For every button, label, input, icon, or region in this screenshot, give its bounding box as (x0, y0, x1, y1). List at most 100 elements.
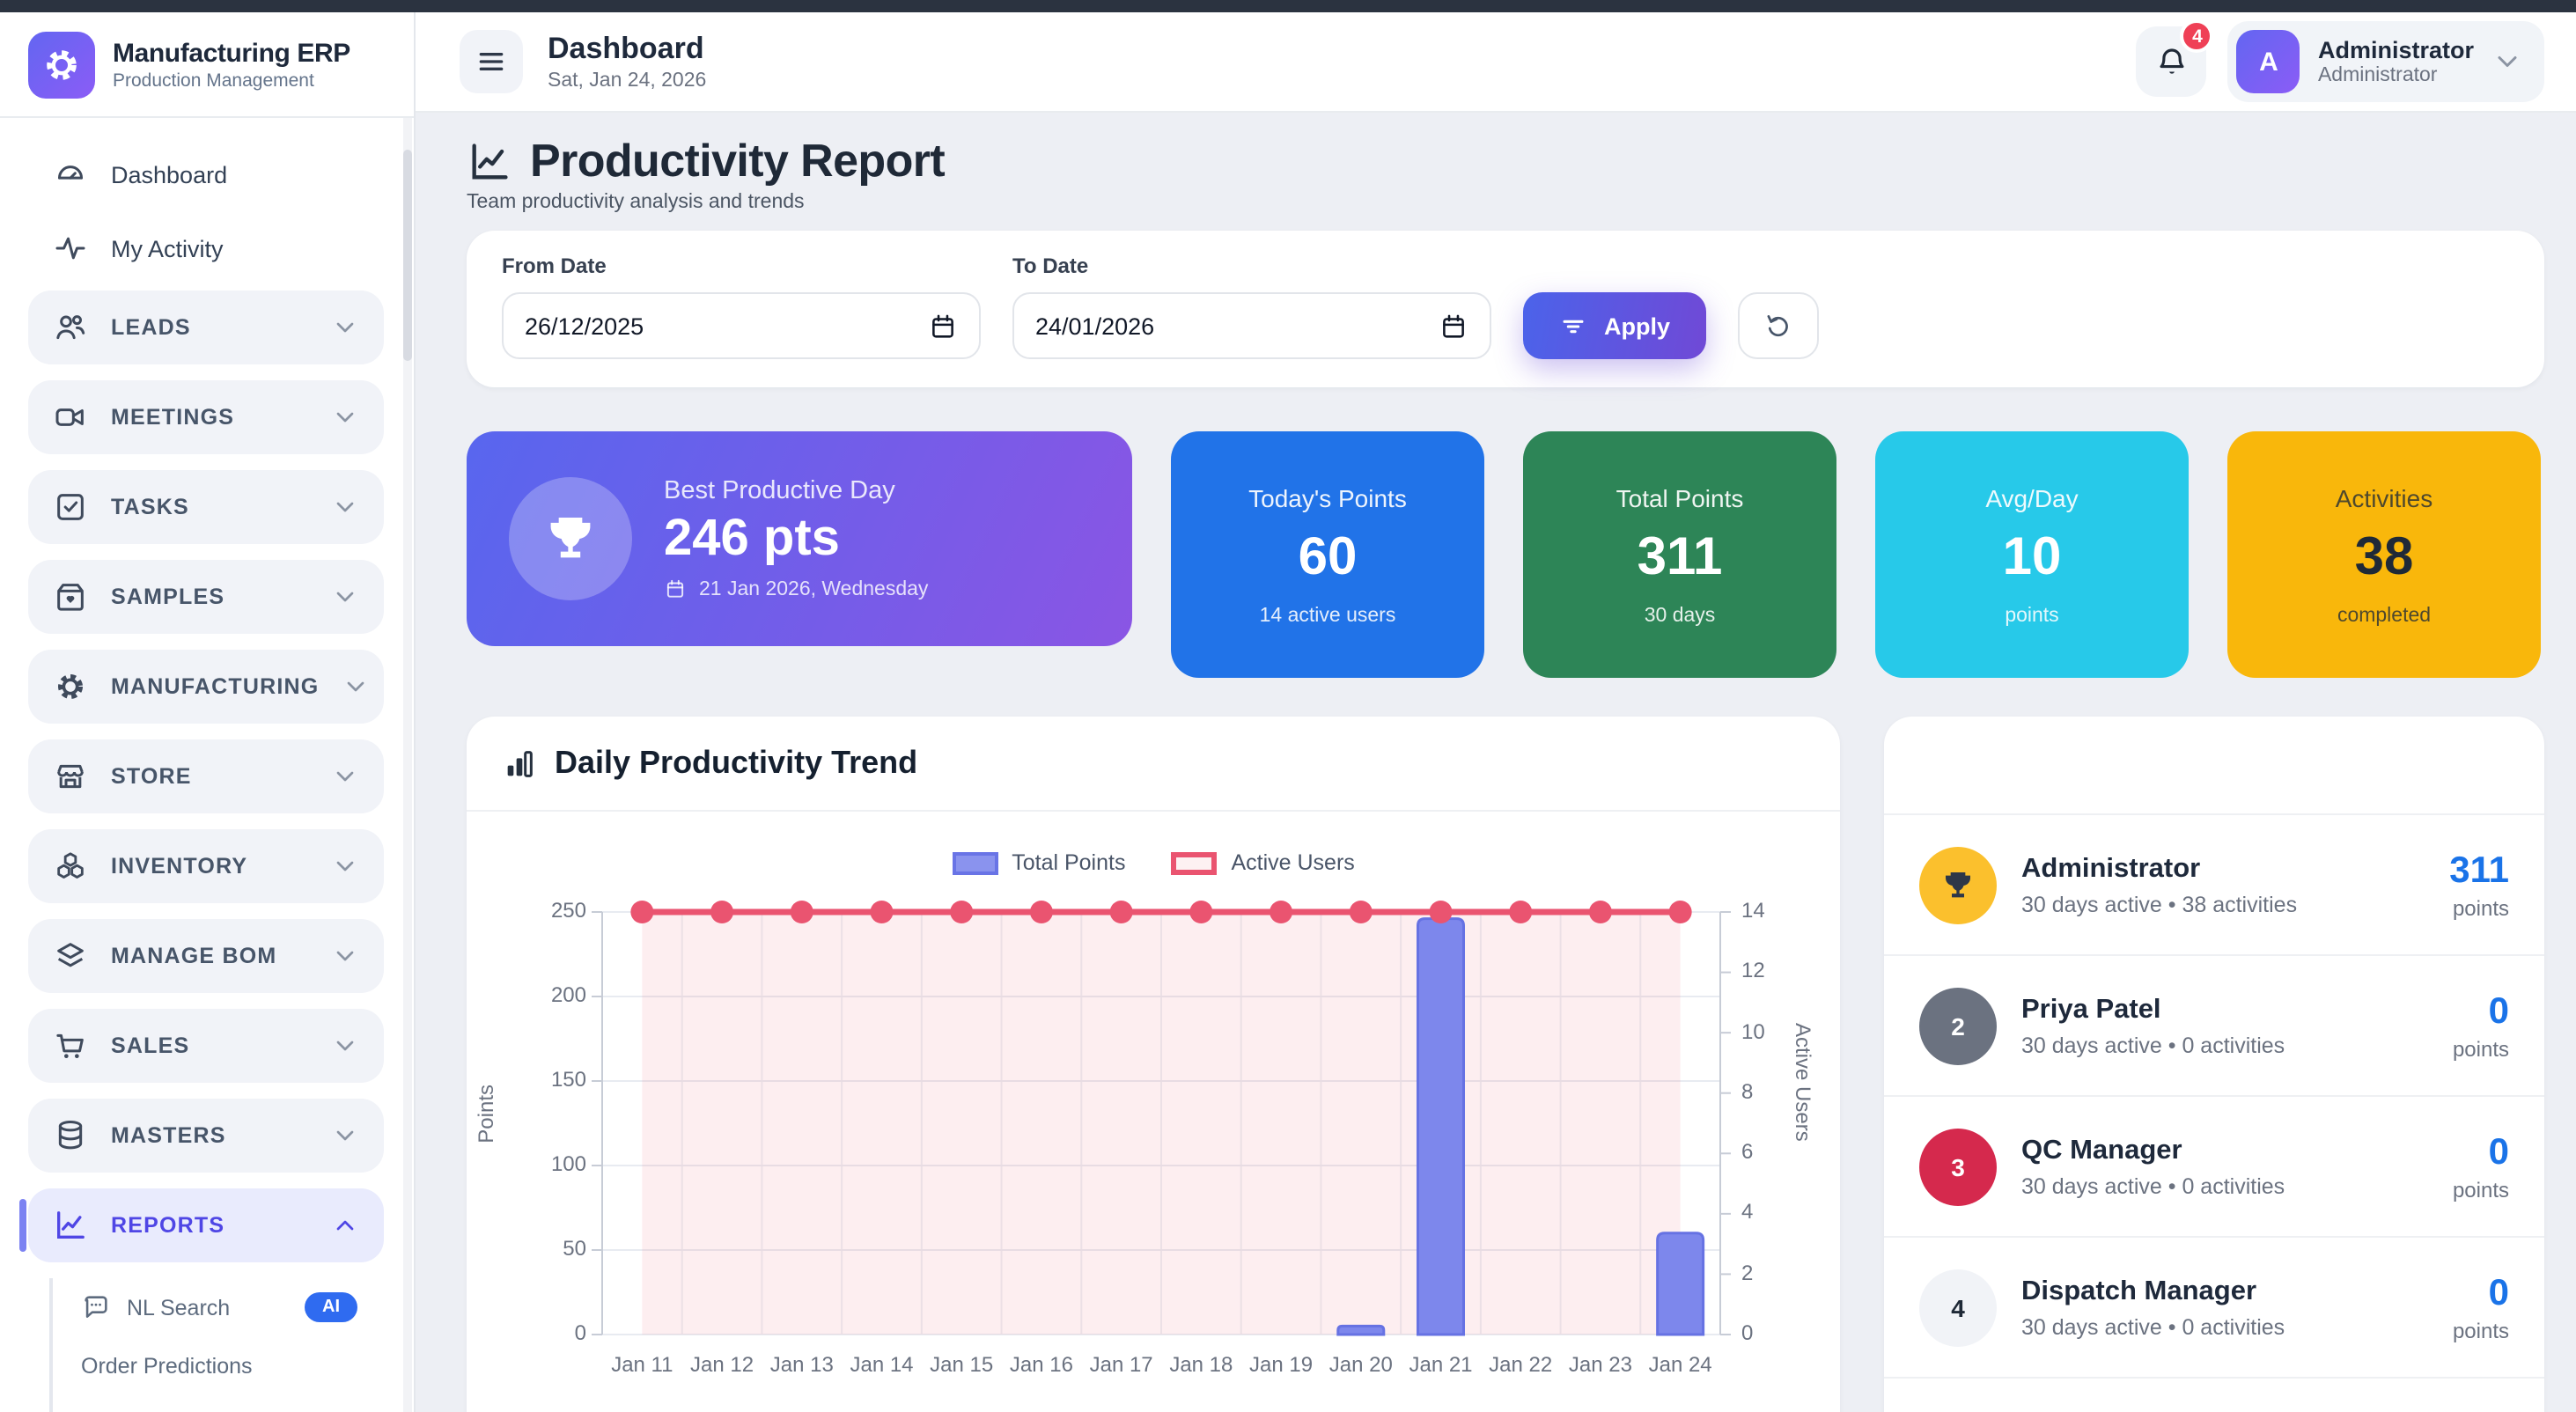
rank-1-trophy-badge (1919, 846, 1997, 923)
total-points-card: Total Points 311 30 days (1523, 431, 1836, 678)
sidebar-group-meetings[interactable]: MEETINGS (28, 380, 384, 454)
points-unit: points (2449, 895, 2509, 920)
sidebar-group-samples[interactable]: SAMPLES (28, 560, 384, 634)
sidebar-group-manufacturing[interactable]: MANUFACTURING (28, 650, 384, 724)
y-axis-label-left: Points (474, 1085, 498, 1144)
member-meta: 30 days active • 0 activities (2021, 1033, 2285, 1057)
trend-chart-svg (602, 912, 1720, 1335)
sidebar-item-nl-search[interactable]: NL Search AI (56, 1278, 375, 1336)
sidebar-item-my-activity[interactable]: My Activity (0, 217, 414, 280)
sidebar-group-leads[interactable]: LEADS (28, 290, 384, 364)
reports-subnav: NL Search AI Order Predictions P/L Repor… (49, 1278, 414, 1412)
leaderboard-row[interactable]: Administrator 30 days active • 38 activi… (1884, 815, 2544, 956)
calendar-icon (664, 577, 687, 600)
apply-button[interactable]: Apply (1523, 292, 1705, 359)
leaderboard-row[interactable]: 2 Priya Patel 30 days active • 0 activit… (1884, 956, 2544, 1097)
chevron-down-icon (331, 1032, 359, 1060)
user-name: Administrator (2318, 37, 2474, 63)
bar-chart-icon (502, 746, 537, 781)
app-name: Manufacturing ERP (113, 38, 350, 68)
axis-tick-label: 0 (1741, 1320, 1753, 1345)
stat-label: Best Productive Day (664, 477, 928, 505)
axis-tick-label: 4 (1741, 1200, 1753, 1224)
calendar-icon[interactable] (928, 311, 958, 341)
stat-sub: 14 active users (1260, 605, 1396, 626)
sidebar-group-label: MANUFACTURING (111, 674, 319, 699)
page-content: Productivity Report Team productivity an… (416, 113, 2576, 1412)
from-date-input[interactable]: 26/12/2025 (502, 292, 981, 359)
chevron-up-icon (331, 1211, 359, 1239)
stat-sub: completed (2337, 605, 2431, 626)
check-square-icon (53, 489, 88, 525)
chevron-down-icon (331, 313, 359, 342)
stat-value: 10 (2003, 527, 2062, 587)
stat-value: 246 pts (664, 511, 928, 569)
scrollbar-thumb[interactable] (403, 150, 412, 361)
member-meta: 30 days active • 0 activities (2021, 1314, 2285, 1339)
axis-tick-label: 12 (1741, 959, 1765, 983)
leaderboard-row[interactable]: 3 QC Manager 30 days active • 0 activiti… (1884, 1097, 2544, 1238)
calendar-icon[interactable] (1439, 311, 1468, 341)
from-date-value: 26/12/2025 (525, 313, 644, 339)
best-productive-day-card: Best Productive Day 246 pts 21 Jan 2026,… (467, 431, 1132, 646)
rank-badge: 2 (1919, 987, 1997, 1064)
leaderboard-row[interactable]: 4 Dispatch Manager 30 days active • 0 ac… (1884, 1238, 2544, 1379)
sidebar-group-store[interactable]: STORE (28, 739, 384, 813)
notifications-button[interactable]: 4 (2137, 26, 2207, 97)
member-name: Priya Patel (2021, 994, 2285, 1026)
window-top-strip (0, 0, 2576, 12)
sidebar-group-manage-bom[interactable]: MANAGE BOM (28, 919, 384, 993)
cubes-icon (53, 849, 88, 884)
sidebar-group-label: TASKS (111, 495, 308, 519)
points-unit: points (2453, 1036, 2509, 1061)
sidebar-scrollbar[interactable] (403, 118, 412, 1412)
database-icon (53, 1118, 88, 1153)
to-date-input[interactable]: 24/01/2026 (1012, 292, 1491, 359)
chevron-down-icon (331, 403, 359, 431)
stat-label: Avg/Day (1985, 483, 2078, 511)
sidebar-group-inventory[interactable]: INVENTORY (28, 829, 384, 903)
sidebar-group-sales[interactable]: SALES (28, 1009, 384, 1083)
sidebar-group-label: MANAGE BOM (111, 944, 308, 968)
sidebar-group-masters[interactable]: MASTERS (28, 1099, 384, 1173)
dashboard-icon (53, 157, 88, 192)
date-filter-card: From Date 26/12/2025 To Date 24/01/2026 (467, 231, 2544, 387)
user-menu[interactable]: A Administrator Administrator (2228, 21, 2544, 102)
legend-item-active-users[interactable]: Active Users (1171, 850, 1354, 875)
sidebar-item-dashboard[interactable]: Dashboard (0, 143, 414, 206)
app-tagline: Production Management (113, 70, 350, 91)
chart-plot-area: Total Points Active Users Points Active … (467, 812, 1840, 1412)
sidebar-item-pl-report[interactable]: P/L Report (56, 1394, 375, 1412)
app-logo-row: Manufacturing ERP Production Management (0, 12, 414, 118)
sidebar-group-label: SAMPLES (111, 585, 308, 609)
refresh-button[interactable] (1737, 292, 1818, 359)
member-points: 0 (2453, 1131, 2509, 1173)
axis-tick-label: 14 (1741, 898, 1765, 923)
chat-bubble-icon (81, 1292, 111, 1322)
axis-tick-label: 0 (488, 1320, 586, 1345)
stat-value: 38 (2355, 527, 2414, 587)
sub-item-label: NL Search (127, 1295, 230, 1320)
trophy-icon (509, 477, 632, 600)
video-icon (53, 400, 88, 435)
avg-day-card: Avg/Day 10 points (1875, 431, 2189, 678)
member-meta: 30 days active • 0 activities (2021, 1173, 2285, 1198)
sidebar-item-order-predictions[interactable]: Order Predictions (56, 1336, 375, 1394)
chevron-down-icon (331, 852, 359, 880)
activity-icon (53, 231, 88, 266)
page-title: Productivity Report (530, 134, 945, 188)
sidebar-item-label: My Activity (111, 235, 224, 261)
chevron-down-icon (331, 493, 359, 521)
legend-item-total-points[interactable]: Total Points (952, 850, 1125, 875)
app-logo-icon (28, 31, 95, 98)
axis-tick-label: Jan 24 (1628, 1352, 1733, 1377)
stat-sub: 30 days (1645, 605, 1716, 626)
sidebar-group-label: STORE (111, 764, 308, 789)
sidebar-group-reports[interactable]: REPORTS (28, 1188, 384, 1262)
axis-tick-label: 2 (1741, 1260, 1753, 1284)
menu-toggle-button[interactable] (460, 30, 523, 93)
sidebar-group-tasks[interactable]: TASKS (28, 470, 384, 544)
from-date-label: From Date (502, 254, 981, 278)
stat-value: 311 (1638, 527, 1723, 587)
y-axis-label-right: Active Users (1791, 1023, 1815, 1142)
